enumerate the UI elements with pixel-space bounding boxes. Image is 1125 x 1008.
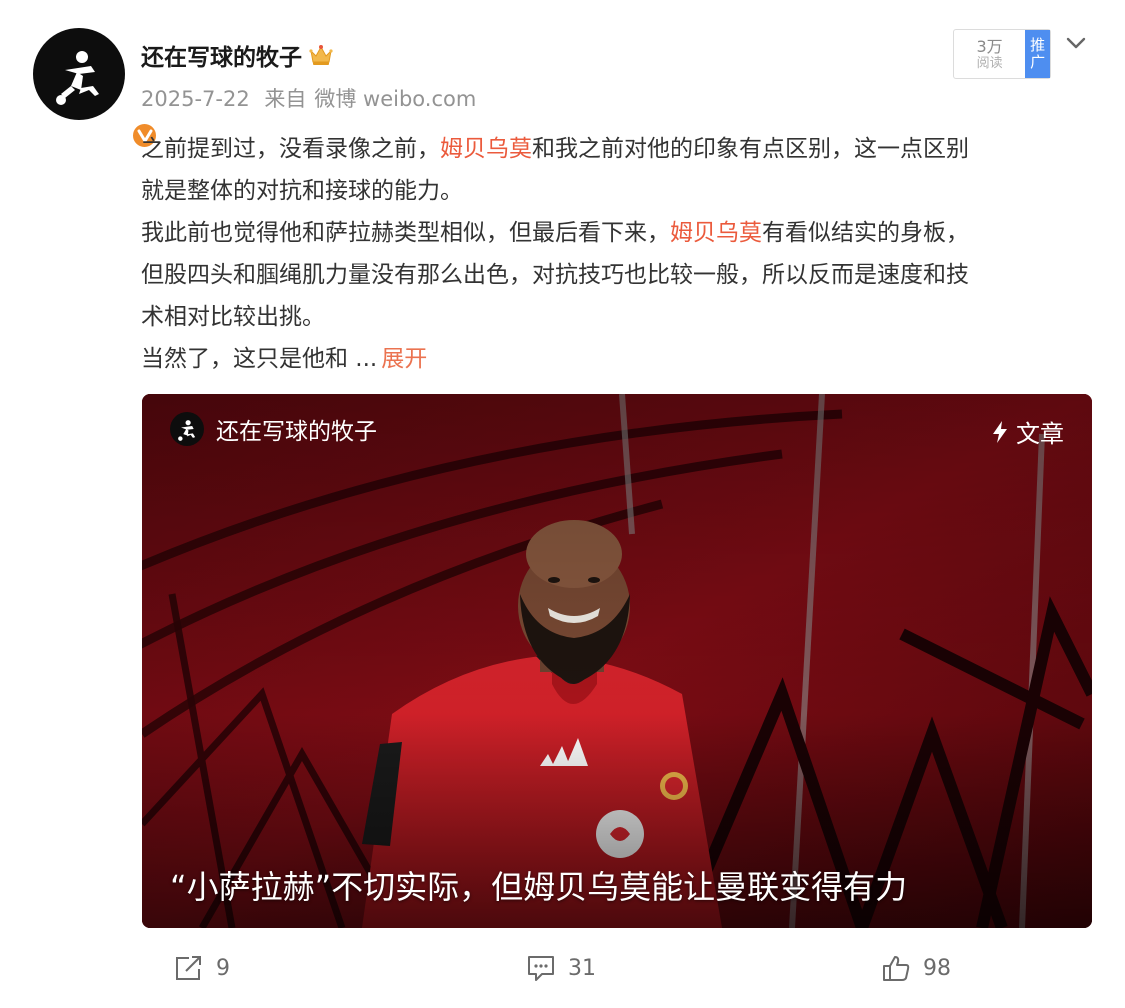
lightning-icon xyxy=(993,420,1007,443)
comment-button[interactable]: 31 xyxy=(526,954,596,982)
paragraph-3: 当然了，这只是他和 ... 展开 xyxy=(141,338,1091,380)
source-prefix: 来自 xyxy=(264,87,307,111)
player-logo-icon xyxy=(178,420,196,441)
post-content: 之前提到过，没看录像之前，姆贝乌莫和我之前对他的印象有点区别，这一点区别 就是整… xyxy=(141,128,1091,380)
topic-link-mbeumo[interactable]: 姆贝乌莫 xyxy=(440,136,532,162)
text-span: 当然了，这只是他和 ... xyxy=(141,346,378,372)
paragraph-1: 之前提到过，没看录像之前，姆贝乌莫和我之前对他的印象有点区别，这一点区别 xyxy=(141,128,1091,170)
card-author-avatar xyxy=(170,412,204,446)
text-span: 之前提到过，没看录像之前， xyxy=(141,136,440,162)
article-cover-image xyxy=(142,394,1092,928)
author-avatar[interactable] xyxy=(33,28,159,150)
like-count: 98 xyxy=(923,955,951,981)
read-count: 3万 阅读 xyxy=(954,30,1025,78)
card-author: 还在写球的牧子 xyxy=(170,412,377,446)
like-icon xyxy=(883,956,910,981)
text-span: 我此前也觉得他和萨拉赫类型相似，但最后看下来， xyxy=(141,220,670,246)
card-tag: 文章 xyxy=(990,414,1064,449)
post-source[interactable]: 微博 weibo.com xyxy=(314,87,476,111)
card-title: “小萨拉赫”不切实际，但姆贝乌莫能让曼联变得有力 xyxy=(170,868,908,906)
action-bar: 9 31 98 xyxy=(0,946,1125,996)
comment-count: 31 xyxy=(568,955,596,981)
crown-icon xyxy=(309,45,333,65)
topic-link-mbeumo[interactable]: 姆贝乌莫 xyxy=(670,220,762,246)
post-date[interactable]: 2025-7-22 xyxy=(141,87,250,111)
read-count-value: 3万 xyxy=(976,36,1003,56)
card-tag-label: 文章 xyxy=(1016,420,1064,448)
share-count: 9 xyxy=(216,955,230,981)
paragraph-2-end: 术相对比较出挑。 xyxy=(141,304,325,330)
post-meta: 2025-7-22 来自 微博 weibo.com xyxy=(141,83,484,113)
article-card[interactable]: 还在写球的牧子 文章 “小萨拉赫”不切实际，但姆贝乌莫能让曼联变得有力 xyxy=(142,394,1092,928)
paragraph-2-cont: 但股四头和腘绳肌力量没有那么出色，对抗技巧也比较一般，所以反而是速度和技 xyxy=(141,262,969,288)
author-name-text[interactable]: 还在写球的牧子 xyxy=(141,38,302,72)
player-logo-icon xyxy=(56,51,99,105)
share-icon xyxy=(176,956,201,980)
promo-badge[interactable]: 推广 xyxy=(1025,30,1050,78)
author-name[interactable]: 还在写球的牧子 xyxy=(141,38,334,72)
comment-icon xyxy=(528,956,554,981)
read-count-box: 3万 阅读 推广 xyxy=(953,29,1051,79)
text-span: 有看似结实的身板， xyxy=(762,220,969,246)
card-author-name: 还在写球的牧子 xyxy=(216,419,377,445)
expand-link[interactable]: 展开 xyxy=(381,346,427,372)
paragraph-1-cont: 就是整体的对抗和接球的能力。 xyxy=(141,178,463,204)
read-count-label: 阅读 xyxy=(976,55,1003,71)
chevron-down-icon[interactable] xyxy=(1063,32,1089,54)
share-button[interactable]: 9 xyxy=(174,954,230,982)
like-button[interactable]: 98 xyxy=(881,954,951,982)
text-span: 和我之前对他的印象有点区别，这一点区别 xyxy=(532,136,969,162)
paragraph-2: 我此前也觉得他和萨拉赫类型相似，但最后看下来，姆贝乌莫有看似结实的身板， xyxy=(141,212,1091,254)
